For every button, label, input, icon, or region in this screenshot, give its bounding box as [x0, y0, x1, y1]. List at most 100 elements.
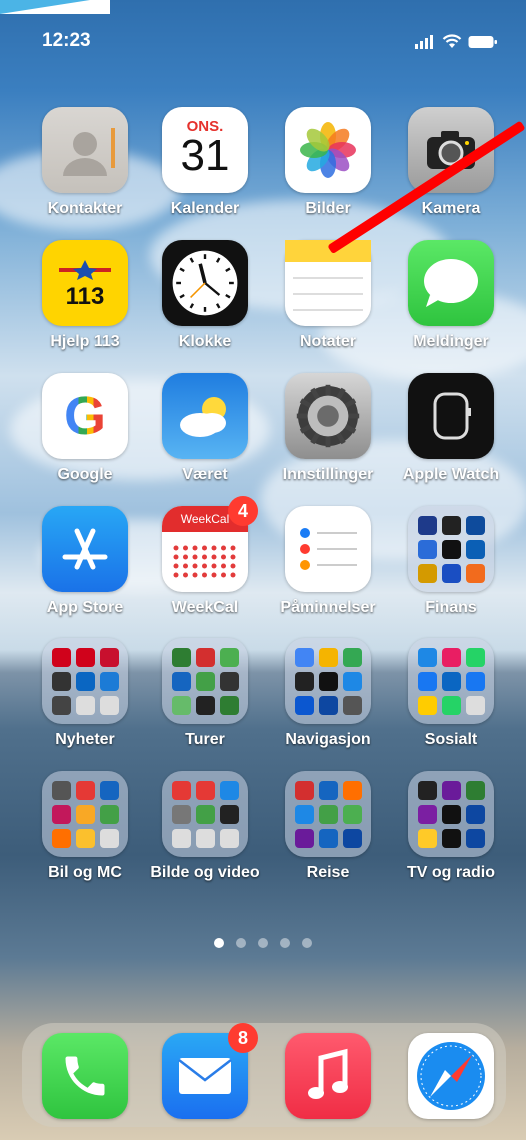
folder-mini-app-icon	[343, 781, 362, 800]
app-hjelp113-icon-text: 113	[65, 282, 105, 310]
folder-mini-app-icon	[343, 805, 362, 824]
app-innstillinger-icon	[285, 373, 371, 459]
app-kontakter-icon	[42, 107, 128, 193]
folder-mini-app-icon	[76, 805, 95, 824]
folder-mini-app-icon	[466, 516, 485, 535]
folder-tv-og-radio[interactable]: TV og radio	[391, 771, 511, 882]
dock-telefon[interactable]	[25, 1033, 145, 1119]
folder-mini-app-icon	[295, 829, 314, 848]
folder-mini-app-icon	[442, 516, 461, 535]
ambulance-star-icon	[59, 259, 111, 280]
folder-mini-app-icon	[343, 829, 362, 848]
folder-mini-app-icon	[442, 540, 461, 559]
google-g-icon: G	[63, 386, 106, 446]
page-dot[interactable]	[214, 938, 224, 948]
page-indicator[interactable]	[0, 938, 526, 948]
folder-mini-app-icon	[295, 648, 314, 667]
clock-icon	[172, 250, 238, 316]
app-google[interactable]: G Google	[25, 373, 145, 484]
folder-navigasjon[interactable]: Navigasjon	[268, 638, 388, 749]
calendar-icon: ONS. 31	[181, 119, 230, 178]
app-innstillinger-label: Innstillinger	[282, 466, 374, 483]
folder-mini-app-icon	[418, 829, 437, 848]
app-apple-watch[interactable]: Apple Watch	[391, 373, 511, 484]
folder-mini-app-icon	[295, 781, 314, 800]
folder-reise[interactable]: Reise	[268, 771, 388, 882]
app-kalender[interactable]: ONS. 31 Kalender	[145, 107, 265, 218]
app-meldinger[interactable]: Meldinger	[391, 240, 511, 351]
folder-mini-app-icon	[100, 696, 119, 715]
page-dot[interactable]	[280, 938, 290, 948]
dock-safari-icon	[408, 1033, 494, 1119]
app-weekcal-icon: WeekCal 4	[162, 496, 258, 592]
clock-time: 12:23	[42, 30, 91, 51]
folder-mini-app-icon	[319, 781, 338, 800]
folder-mini-app-icon	[76, 672, 95, 691]
folder-navigasjon-label: Navigasjon	[285, 731, 371, 748]
folder-finans-icon	[408, 506, 494, 592]
mail-envelope-icon	[178, 1058, 232, 1094]
folder-sosialt[interactable]: Sosialt	[391, 638, 511, 749]
app-apple-watch-label: Apple Watch	[402, 466, 500, 483]
page-dot[interactable]	[236, 938, 246, 948]
app-kalender-icon: ONS. 31	[162, 107, 248, 193]
folder-mini-app-icon	[172, 829, 191, 848]
folder-mini-app-icon	[52, 672, 71, 691]
folder-mini-app-icon	[343, 648, 362, 667]
folder-bil-og-mc-icon	[42, 771, 128, 857]
folder-mini-app-icon	[196, 672, 215, 691]
folder-mini-app-icon	[466, 564, 485, 583]
dock-safari[interactable]	[391, 1033, 511, 1119]
folder-mini-app-icon	[319, 648, 338, 667]
app-klokke[interactable]: Klokke	[145, 240, 265, 351]
folder-mini-app-icon	[196, 805, 215, 824]
status-bar: 12:23	[0, 26, 526, 56]
page-dot[interactable]	[258, 938, 268, 948]
app-apple-watch-icon	[408, 373, 494, 459]
page-dot[interactable]	[302, 938, 312, 948]
dock-mail[interactable]: 8	[145, 1023, 265, 1119]
app-google-label: Google	[57, 466, 113, 483]
app-app-store[interactable]: App Store	[25, 506, 145, 617]
folder-turer[interactable]: Turer	[145, 638, 265, 749]
folder-mini-app-icon	[52, 696, 71, 715]
folder-nyheter[interactable]: Nyheter	[25, 638, 145, 749]
folder-navigasjon-icon	[285, 638, 371, 724]
app-notater[interactable]: Notater	[268, 240, 388, 351]
folder-turer-label: Turer	[185, 731, 225, 748]
folder-turer-icon	[162, 638, 248, 724]
app-notater-icon	[285, 240, 371, 326]
app-hjelp113[interactable]: 113 Hjelp 113	[25, 240, 145, 351]
folder-mini-app-icon	[343, 672, 362, 691]
phone-handset-icon	[65, 1056, 105, 1096]
folder-tv-og-radio-label: TV og radio	[407, 864, 495, 881]
music-note-icon	[308, 1048, 348, 1099]
dock-telefon-icon	[42, 1033, 128, 1119]
folder-mini-app-icon	[442, 672, 461, 691]
dock-musikk[interactable]	[268, 1033, 388, 1119]
folder-mini-app-icon	[466, 781, 485, 800]
folder-mini-app-icon	[220, 696, 239, 715]
app-vaeret[interactable]: Været	[145, 373, 265, 484]
notes-icon	[285, 240, 371, 311]
app-app-store-label: App Store	[46, 599, 124, 616]
folder-bil-og-mc[interactable]: Bil og MC	[25, 771, 145, 882]
app-bilder[interactable]: Bilder	[268, 107, 388, 218]
folder-bilde-og-video[interactable]: Bilde og video	[145, 771, 265, 882]
folder-mini-app-icon	[418, 805, 437, 824]
folder-mini-app-icon	[196, 648, 215, 667]
folder-mini-app-icon	[52, 648, 71, 667]
wifi-icon	[442, 34, 462, 48]
settings-gear-icon	[296, 384, 360, 448]
dock: 8	[22, 1023, 506, 1127]
app-innstillinger[interactable]: Innstillinger	[268, 373, 388, 484]
photos-flower-icon	[300, 122, 356, 178]
folder-finans[interactable]: Finans	[391, 506, 511, 617]
folder-mini-app-icon	[172, 781, 191, 800]
app-meldinger-icon	[408, 240, 494, 326]
folder-mini-app-icon	[466, 805, 485, 824]
app-paminnelser[interactable]: Påminnelser	[268, 506, 388, 617]
folder-mini-app-icon	[172, 648, 191, 667]
app-weekcal[interactable]: WeekCal 4 WeekCal	[145, 496, 265, 617]
app-kontakter[interactable]: Kontakter	[25, 107, 145, 218]
